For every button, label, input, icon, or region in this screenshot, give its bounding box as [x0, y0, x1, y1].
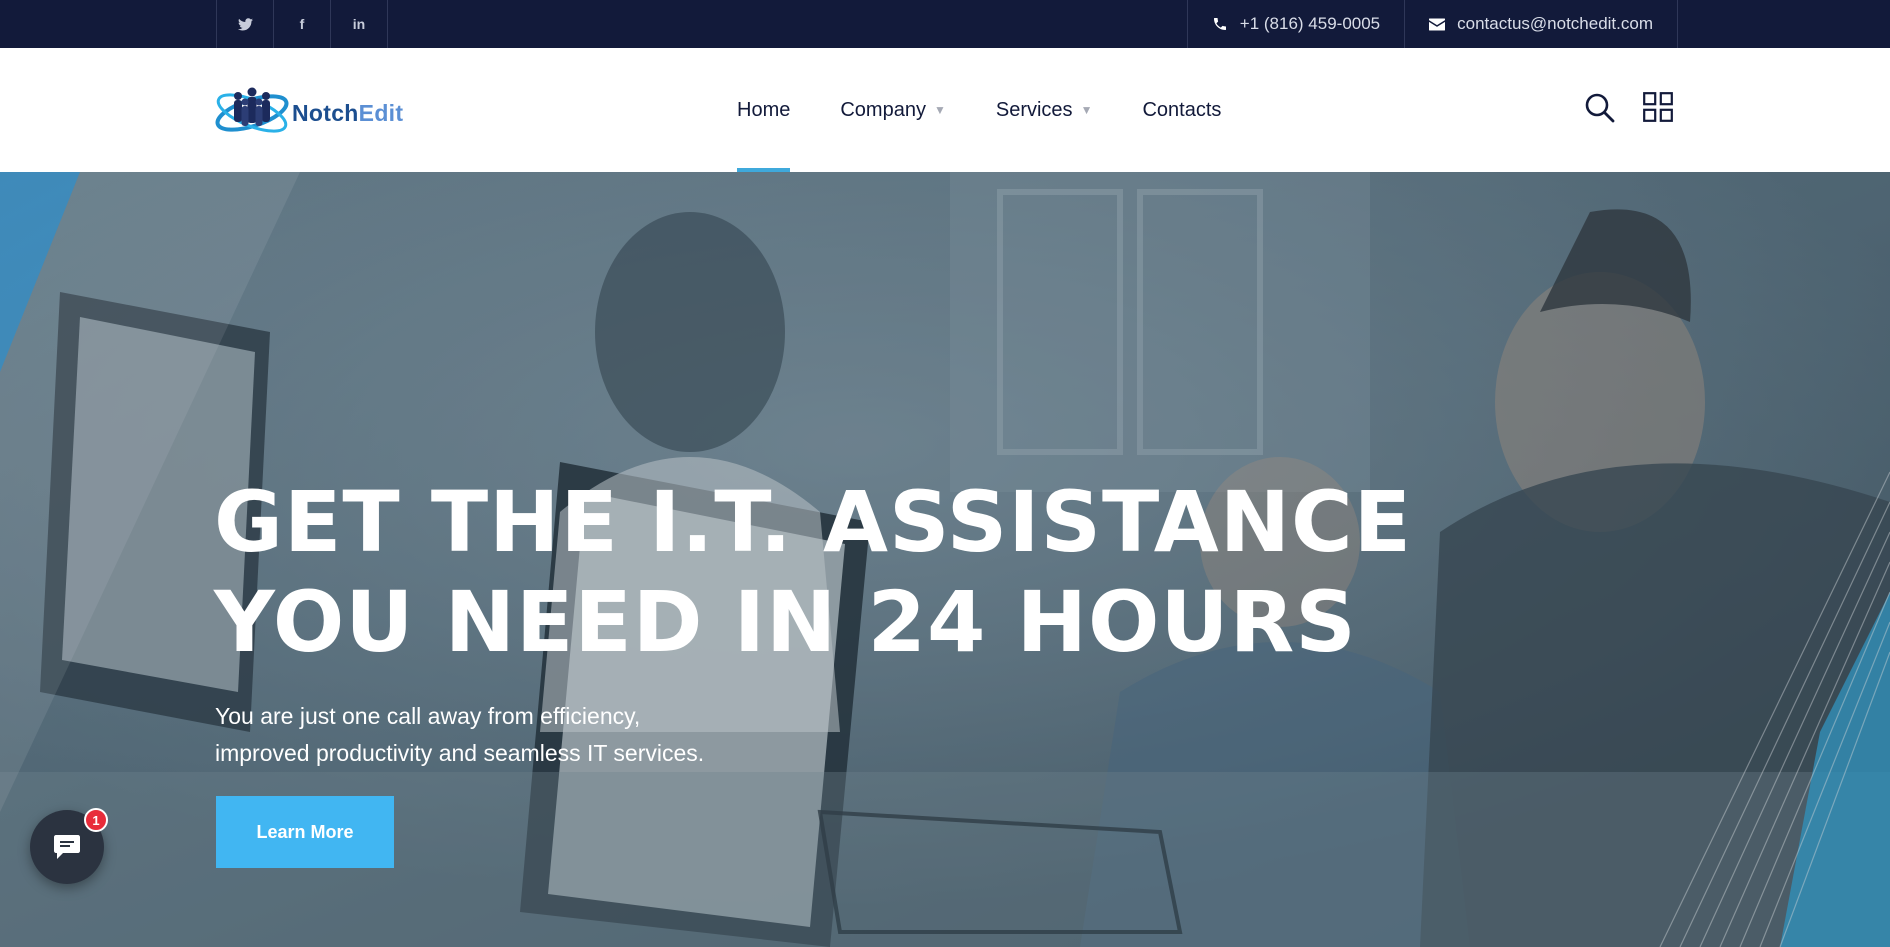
hero-subtitle-line1: You are just one call away from efficien… — [215, 703, 641, 729]
nav-company-label: Company — [840, 98, 926, 121]
logo-wordmark: NotchEdit — [292, 100, 404, 126]
social-links: f in — [216, 0, 388, 48]
hero-headline-line2: YOU NEED IN 24 HOURS — [214, 573, 1357, 671]
chat-notification-badge: 1 — [84, 808, 108, 832]
twitter-icon — [237, 17, 253, 30]
facebook-link[interactable]: f — [274, 0, 331, 48]
chat-bubble-icon — [54, 835, 80, 859]
search-icon — [1585, 93, 1615, 123]
hero-section: GET THE I.T. ASSISTANCE YOU NEED IN 24 H… — [0, 172, 1890, 947]
nav-services[interactable]: Services ▼ — [996, 48, 1093, 172]
linkedin-icon: in — [352, 16, 366, 32]
top-bar: f in +1 (816) 459-0005 contactus@notched… — [0, 0, 1890, 48]
logo-mark-icon — [215, 87, 289, 133]
main-header: NotchEdit Home Company ▼ Services ▼ Cont… — [0, 48, 1890, 172]
phone-icon — [1213, 18, 1226, 30]
contact-info: +1 (816) 459-0005 contactus@notchedit.co… — [1186, 0, 1678, 48]
hero-subtitle-line2: improved productivity and seamless IT se… — [215, 740, 705, 766]
site-logo[interactable]: NotchEdit — [214, 82, 406, 144]
email-address: contactus@notchedit.com — [1457, 14, 1653, 33]
hero-headline-line1: GET THE I.T. ASSISTANCE — [214, 473, 1413, 571]
chevron-down-icon: ▼ — [1080, 103, 1093, 117]
envelope-icon — [1429, 18, 1446, 30]
twitter-link[interactable] — [217, 0, 274, 48]
phone-link[interactable]: +1 (816) 459-0005 — [1188, 0, 1406, 48]
search-button[interactable] — [1584, 92, 1616, 129]
linkedin-link[interactable]: in — [331, 0, 388, 48]
menu-grid-button[interactable] — [1643, 92, 1673, 127]
hero-subtitle: You are just one call away from efficien… — [215, 698, 815, 772]
email-link[interactable]: contactus@notchedit.com — [1405, 0, 1678, 48]
main-nav: Home Company ▼ Services ▼ Contacts — [737, 48, 1271, 172]
grid-icon — [1643, 92, 1673, 122]
facebook-icon: f — [299, 16, 305, 32]
nav-home-label: Home — [737, 98, 791, 121]
phone-number: +1 (816) 459-0005 — [1239, 14, 1381, 33]
nav-home[interactable]: Home — [737, 48, 791, 172]
nav-contacts-label: Contacts — [1142, 98, 1222, 121]
hero-headline: GET THE I.T. ASSISTANCE YOU NEED IN 24 H… — [214, 472, 1412, 672]
nav-company[interactable]: Company ▼ — [840, 48, 946, 172]
chevron-down-icon: ▼ — [933, 103, 946, 117]
nav-contacts[interactable]: Contacts — [1142, 48, 1221, 172]
nav-services-label: Services — [995, 98, 1073, 121]
learn-more-button[interactable]: Learn More — [216, 796, 394, 868]
chat-widget-button[interactable]: 1 — [30, 808, 108, 884]
